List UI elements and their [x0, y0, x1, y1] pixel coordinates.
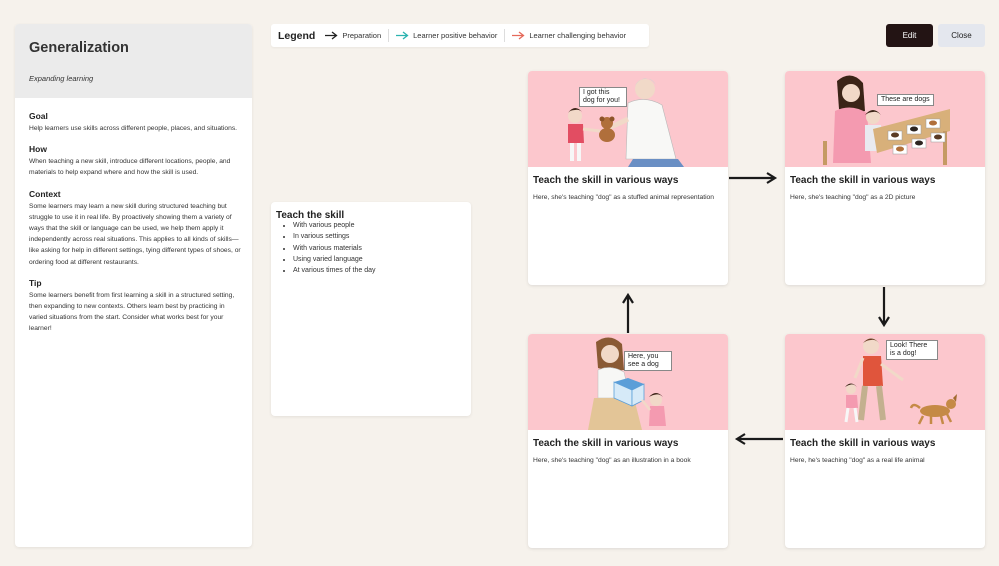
list-item: At various times of the day	[293, 265, 375, 276]
list-item: Using varied language	[293, 254, 375, 265]
woman-reading-book-illustration	[588, 337, 666, 430]
card-description: Here, she's teaching "dog" as an illustr…	[533, 457, 691, 464]
section-tip: Tip Some learners benefit from first lea…	[29, 278, 241, 335]
legend-divider	[388, 29, 390, 42]
card-title: Teach the skill in various ways	[790, 175, 936, 186]
woman-showing-pictures-illustration	[823, 75, 950, 165]
speech-bubble: These are dogs	[877, 94, 934, 106]
teach-list: With various people In various settings …	[271, 220, 375, 276]
generalization-panel: Generalization Expanding learning Goal H…	[15, 24, 252, 547]
list-item: With various materials	[293, 243, 375, 254]
section-heading: How	[29, 144, 47, 155]
illustration-real-animal: Look! There is a dog!	[785, 334, 985, 430]
edit-button[interactable]: Edit	[886, 24, 933, 47]
flow-arrow-up	[622, 292, 634, 333]
panel-title: Generalization	[29, 40, 129, 56]
teal-arrow-icon	[396, 31, 409, 40]
flow-arrow-down	[878, 287, 890, 328]
card-description: Here, he's teaching "dog" as a real life…	[790, 457, 925, 464]
close-button[interactable]: Close	[938, 24, 985, 47]
step-card-book-illustration[interactable]: Here, you see a dog Teach the skill in v…	[528, 334, 728, 548]
section-context: Context Some learners may learn a new sk…	[29, 189, 241, 268]
illustration-2d-picture: These are dogs	[785, 71, 985, 167]
man-pointing-at-dog-illustration	[844, 338, 957, 425]
panel-body: Goal Help learners use skills across dif…	[29, 111, 241, 345]
panel-header	[15, 24, 252, 98]
legend-divider	[504, 29, 506, 42]
section-heading: Tip	[29, 277, 42, 288]
card-title: Teach the skill in various ways	[533, 438, 679, 449]
section-heading: Context	[29, 188, 61, 199]
list-item: With various people	[293, 220, 375, 231]
step-card-stuffed-animal[interactable]: I got this dog for you! Teach the skill …	[528, 71, 728, 285]
illustration-stuffed-animal: I got this dog for you!	[528, 71, 728, 167]
flow-arrow-left	[734, 433, 783, 445]
section-text: Help learners use skills across differen…	[29, 125, 238, 132]
red-arrow-icon	[512, 31, 525, 40]
illustration-book: Here, you see a dog	[528, 334, 728, 430]
legend-title: Legend	[278, 29, 316, 42]
step-card-real-animal[interactable]: Look! There is a dog! Teach the skill in…	[785, 334, 985, 548]
woman-giving-toy-dog-illustration	[568, 78, 684, 167]
legend-label: Learner positive behavior	[413, 31, 498, 40]
black-arrow-icon	[325, 31, 338, 40]
section-heading: Goal	[29, 111, 48, 121]
section-text: When teaching a new skill, introduce dif…	[29, 158, 231, 177]
speech-bubble: Look! There is a dog!	[886, 340, 938, 360]
legend-label: Learner challenging behavior	[529, 31, 627, 40]
step-card-2d-picture[interactable]: These are dogs Teach the skill in variou…	[785, 71, 985, 285]
card-title: Teach the skill in various ways	[790, 438, 936, 449]
card-description: Here, she's teaching "dog" as a 2D pictu…	[790, 194, 916, 201]
card-description: Here, she's teaching "dog" as a stuffed …	[533, 194, 714, 201]
legend-item-challenging: Learner challenging behavior	[512, 31, 626, 40]
flow-arrow-right	[729, 172, 778, 184]
list-item: In various settings	[293, 231, 375, 242]
section-text: Some learners benefit from first learnin…	[29, 291, 235, 333]
speech-bubble: I got this dog for you!	[579, 87, 627, 107]
card-title: Teach the skill in various ways	[533, 175, 679, 186]
legend: Legend Preparation Learner positive beha…	[271, 24, 649, 47]
section-how: How When teaching a new skill, introduce…	[29, 144, 241, 178]
teach-skill-card[interactable]: Teach the skill With various people In v…	[271, 202, 471, 416]
legend-item-preparation: Preparation	[325, 31, 381, 40]
speech-bubble: Here, you see a dog	[624, 351, 672, 371]
section-text: Some learners may learn a new skill duri…	[29, 202, 241, 266]
legend-label: Preparation	[342, 31, 382, 40]
legend-item-positive: Learner positive behavior	[396, 31, 497, 40]
panel-subtitle: Expanding learning	[29, 74, 94, 83]
section-goal: Goal Help learners use skills across dif…	[29, 111, 241, 134]
